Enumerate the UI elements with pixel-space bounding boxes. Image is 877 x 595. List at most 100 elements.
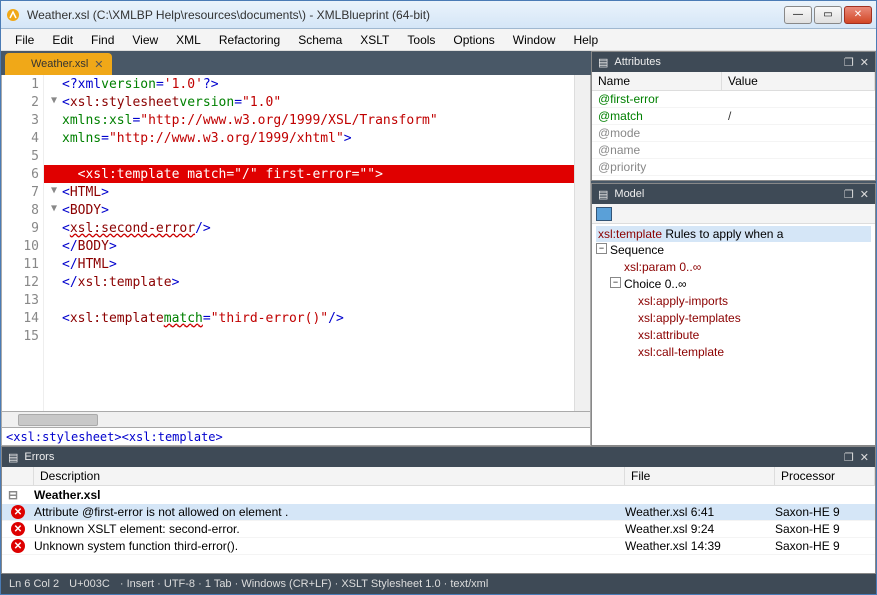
collapse-icon[interactable]: ⊟ — [8, 488, 34, 502]
tab-close-icon[interactable]: ✕ — [94, 58, 103, 71]
code-line[interactable]: <BODY> — [44, 201, 574, 219]
status-item: Windows (CR+LF) — [235, 578, 332, 590]
line-gutter: 12▼3456▼7▼8▼9101112131415 — [2, 75, 44, 411]
tree-node[interactable]: xsl:apply-templates — [624, 310, 871, 327]
titlebar[interactable]: Weather.xsl (C:\XMLBP Help\resources\doc… — [1, 1, 876, 29]
error-icon: ✕ — [11, 522, 25, 536]
panel-icon: ▤ — [598, 56, 608, 69]
code-line[interactable]: <xsl:template match="third-error()"/> — [44, 309, 574, 327]
maximize-button[interactable]: ▭ — [814, 6, 842, 24]
minimize-button[interactable]: — — [784, 6, 812, 24]
error-icon: ✕ — [11, 505, 25, 519]
tab-strip: Weather.xsl ✕ — [1, 51, 591, 75]
tree-node[interactable]: − Choice 0..∞ xsl:apply-importsxsl:apply… — [610, 276, 871, 361]
attr-head-name[interactable]: Name — [592, 72, 722, 90]
code-line[interactable]: <HTML> — [44, 183, 574, 201]
attr-row[interactable]: @priority — [592, 159, 875, 176]
menu-schema[interactable]: Schema — [290, 31, 350, 49]
panel-restore-icon[interactable]: ❐ — [844, 451, 854, 464]
menu-view[interactable]: View — [124, 31, 166, 49]
menu-help[interactable]: Help — [565, 31, 606, 49]
code-line[interactable]: <xsl:second-error/> — [44, 219, 574, 237]
code-line[interactable] — [44, 147, 574, 165]
model-toolbar — [592, 204, 875, 224]
horizontal-scrollbar[interactable] — [1, 412, 591, 428]
attributes-panel: ▤ Attributes ❐ ✕ Name Value @first-error… — [591, 51, 876, 181]
tab-label: Weather.xsl — [31, 58, 88, 70]
tree-node[interactable]: xsl:attribute — [624, 327, 871, 344]
code-line[interactable]: </BODY> — [44, 237, 574, 255]
status-position: Ln 6 Col 2 — [9, 578, 59, 590]
error-row[interactable]: ✕ Attribute @first-error is not allowed … — [2, 504, 875, 521]
panel-close-icon[interactable]: ✕ — [860, 451, 869, 464]
app-icon — [5, 7, 21, 23]
status-charcode: U+003C — [69, 578, 110, 590]
error-row[interactable]: ✕ Unknown XSLT element: second-error.Wea… — [2, 521, 875, 538]
close-button[interactable]: ✕ — [844, 6, 872, 24]
collapse-icon[interactable]: − — [596, 243, 607, 254]
code-line[interactable]: </HTML> — [44, 255, 574, 273]
code-line[interactable]: <?xml version='1.0'?> — [44, 75, 574, 93]
model-panel: ▤ Model ❐ ✕ xsl:template Rules to apply … — [591, 183, 876, 446]
err-head-proc[interactable]: Processor — [775, 467, 875, 485]
panel-close-icon[interactable]: ✕ — [860, 188, 869, 201]
code-line[interactable]: xmlns:xsl="http://www.w3.org/1999/XSL/Tr… — [44, 111, 574, 129]
status-item: XSLT Stylesheet 1.0 — [335, 578, 441, 590]
status-item: 1 Tab — [198, 578, 231, 590]
panel-restore-icon[interactable]: ❐ — [844, 188, 854, 201]
model-tool-icon[interactable] — [596, 207, 612, 221]
breadcrumb[interactable]: <xsl:stylesheet><xsl:template> — [1, 428, 591, 446]
scrollbar-thumb[interactable] — [18, 414, 98, 426]
panel-icon: ▤ — [598, 188, 608, 201]
tree-node[interactable]: xsl:param 0..∞ — [610, 259, 871, 276]
model-root[interactable]: xsl:template Rules to apply when a — [596, 226, 871, 242]
error-icon: ✕ — [11, 539, 25, 553]
attr-head-value[interactable]: Value — [722, 72, 875, 90]
menu-file[interactable]: File — [7, 31, 42, 49]
file-icon — [13, 58, 25, 70]
menubar: FileEditFindViewXMLRefactoringSchemaXSLT… — [1, 29, 876, 51]
vertical-scrollbar[interactable] — [574, 75, 590, 411]
attr-row[interactable]: @first-error — [592, 91, 875, 108]
menu-refactoring[interactable]: Refactoring — [211, 31, 288, 49]
code-area[interactable]: <?xml version='1.0'?><xsl:stylesheet ver… — [44, 75, 574, 411]
menu-window[interactable]: Window — [505, 31, 564, 49]
code-editor[interactable]: 12▼3456▼7▼8▼9101112131415 <?xml version=… — [1, 75, 591, 412]
panel-close-icon[interactable]: ✕ — [860, 56, 869, 69]
tree-node[interactable]: xsl:call-template — [624, 344, 871, 361]
tree-node[interactable]: xsl:apply-imports — [624, 293, 871, 310]
menu-edit[interactable]: Edit — [44, 31, 81, 49]
collapse-icon[interactable]: − — [610, 277, 621, 288]
error-row[interactable]: ✕ Unknown system function third-error().… — [2, 538, 875, 555]
error-group[interactable]: ⊟ Weather.xsl — [2, 486, 875, 504]
menu-find[interactable]: Find — [83, 31, 122, 49]
panel-icon: ▤ — [8, 451, 18, 464]
code-line[interactable]: </xsl:template> — [44, 273, 574, 291]
model-title: Model — [614, 188, 644, 200]
editor-tab[interactable]: Weather.xsl ✕ — [5, 53, 112, 75]
attr-row[interactable]: @match/ — [592, 108, 875, 125]
errors-panel: ▤ Errors ❐ ✕ Description File Processor … — [1, 446, 876, 574]
err-head-file[interactable]: File — [625, 467, 775, 485]
window-title: Weather.xsl (C:\XMLBP Help\resources\doc… — [27, 8, 784, 22]
statusbar: Ln 6 Col 2 U+003C Insert UTF-8 1 Tab Win… — [1, 574, 876, 594]
errors-title: Errors — [24, 451, 54, 463]
panel-restore-icon[interactable]: ❐ — [844, 56, 854, 69]
menu-xml[interactable]: XML — [168, 31, 209, 49]
attr-row[interactable]: @name — [592, 142, 875, 159]
menu-options[interactable]: Options — [445, 31, 502, 49]
code-line[interactable] — [44, 327, 574, 345]
code-line[interactable]: <xsl:stylesheet version="1.0" — [44, 93, 574, 111]
code-line[interactable]: <xsl:template match="/" first-error=""> — [44, 165, 574, 183]
status-item: text/xml — [444, 578, 489, 590]
code-line[interactable]: xmlns="http://www.w3.org/1999/xhtml"> — [44, 129, 574, 147]
menu-tools[interactable]: Tools — [399, 31, 443, 49]
err-head-desc[interactable]: Description — [34, 467, 625, 485]
attributes-title: Attributes — [614, 56, 660, 68]
tree-node[interactable]: − Sequence xsl:param 0..∞ − Choice 0..∞ … — [596, 242, 871, 361]
menu-xslt[interactable]: XSLT — [352, 31, 397, 49]
code-line[interactable] — [44, 291, 574, 309]
status-item: UTF-8 — [157, 578, 195, 590]
status-item: Insert — [120, 578, 154, 590]
attr-row[interactable]: @mode — [592, 125, 875, 142]
